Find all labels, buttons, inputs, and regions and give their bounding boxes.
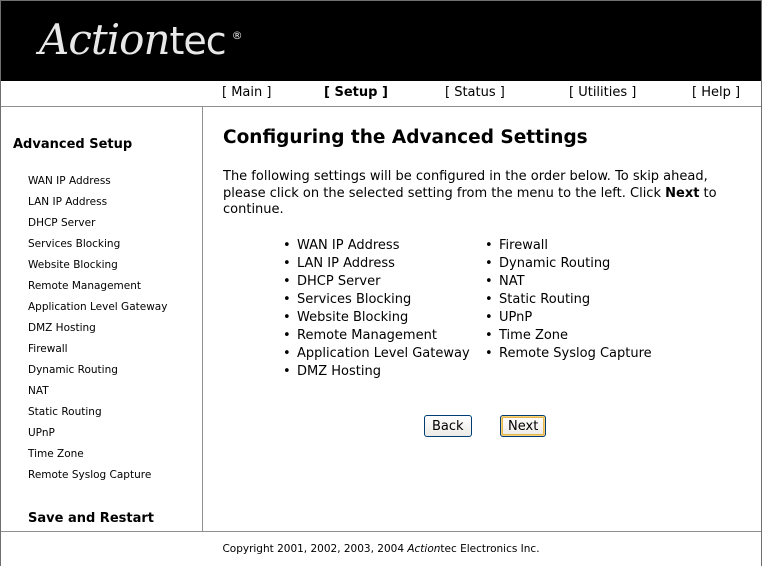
sidebar-item-static-routing[interactable]: Static Routing: [28, 405, 167, 426]
back-button[interactable]: Back: [424, 415, 472, 437]
sidebar-item-remote-management[interactable]: Remote Management: [28, 279, 167, 300]
main-content: Configuring the Advanced Settings The fo…: [203, 107, 760, 531]
top-nav: [ Main ] [ Setup ] [ Status ] [ Utilitie…: [1, 81, 761, 107]
sidebar-item-nat[interactable]: NAT: [28, 384, 167, 405]
sidebar: Advanced Setup WAN IP Address LAN IP Add…: [1, 107, 203, 531]
sidebar-menu: WAN IP Address LAN IP Address DHCP Serve…: [28, 174, 167, 489]
save-and-restart-link[interactable]: Save and Restart: [28, 511, 154, 526]
list-item: Remote Syslog Capture: [499, 345, 652, 363]
list-item: NAT: [499, 273, 652, 291]
sidebar-item-firewall[interactable]: Firewall: [28, 342, 167, 363]
header-banner: Actiontec ®: [1, 1, 761, 81]
sidebar-item-lan-ip-address[interactable]: LAN IP Address: [28, 195, 167, 216]
next-button[interactable]: Next: [500, 415, 547, 437]
sidebar-item-upnp[interactable]: UPnP: [28, 426, 167, 447]
list-item: Time Zone: [499, 327, 652, 345]
list-item: Firewall: [499, 237, 652, 255]
sidebar-item-dmz-hosting[interactable]: DMZ Hosting: [28, 321, 167, 342]
sidebar-item-dhcp-server[interactable]: DHCP Server: [28, 216, 167, 237]
intro-text: The following settings will be configure…: [223, 169, 717, 217]
list-item: Remote Management: [297, 327, 470, 345]
sidebar-item-dynamic-routing[interactable]: Dynamic Routing: [28, 363, 167, 384]
footer-copyright: Copyright 2001, 2002, 2003, 2004 Actiont…: [1, 531, 761, 566]
list-item: Services Blocking: [297, 291, 470, 309]
intro-next-emphasis: Next: [665, 185, 700, 201]
list-item: DHCP Server: [297, 273, 470, 291]
list-item: UPnP: [499, 309, 652, 327]
sidebar-item-wan-ip-address[interactable]: WAN IP Address: [28, 174, 167, 195]
nav-utilities[interactable]: [ Utilities ]: [569, 85, 636, 100]
footer-brand: Action: [407, 543, 441, 555]
nav-setup[interactable]: [ Setup ]: [324, 85, 388, 100]
sidebar-item-time-zone[interactable]: Time Zone: [28, 447, 167, 468]
sidebar-item-services-blocking[interactable]: Services Blocking: [28, 237, 167, 258]
sidebar-title: Advanced Setup: [13, 137, 133, 152]
list-item: WAN IP Address: [297, 237, 470, 255]
list-item: Dynamic Routing: [499, 255, 652, 273]
list-item: Static Routing: [499, 291, 652, 309]
settings-list-left: WAN IP Address LAN IP Address DHCP Serve…: [297, 237, 470, 381]
list-item: LAN IP Address: [297, 255, 470, 273]
nav-status[interactable]: [ Status ]: [445, 85, 505, 100]
page-title: Configuring the Advanced Settings: [223, 127, 588, 148]
actiontec-logo: Actiontec ®: [39, 15, 243, 64]
list-item: Application Level Gateway: [297, 345, 470, 363]
settings-list-right: Firewall Dynamic Routing NAT Static Rout…: [499, 237, 652, 363]
nav-main[interactable]: [ Main ]: [222, 85, 271, 100]
sidebar-item-remote-syslog-capture[interactable]: Remote Syslog Capture: [28, 468, 167, 489]
sidebar-item-website-blocking[interactable]: Website Blocking: [28, 258, 167, 279]
nav-help[interactable]: [ Help ]: [692, 85, 740, 100]
sidebar-item-application-level-gateway[interactable]: Application Level Gateway: [28, 300, 167, 321]
list-item: Website Blocking: [297, 309, 470, 327]
list-item: DMZ Hosting: [297, 363, 470, 381]
